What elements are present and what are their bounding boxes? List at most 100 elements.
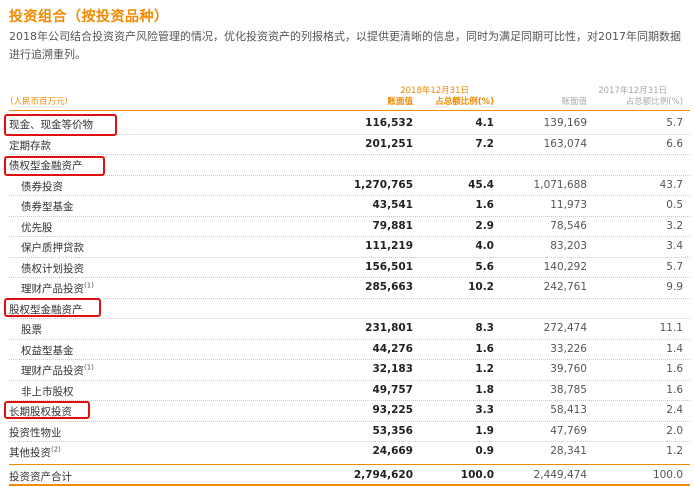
pct-2017: 1.2 — [666, 445, 683, 457]
value-2018: 1,270,765 — [353, 178, 413, 191]
table-row: 其他投资(2) 24,669 0.9 28,341 1.2 — [0, 442, 695, 463]
pct-2017: 1.4 — [666, 342, 683, 355]
value-2017: 38,785 — [550, 383, 587, 396]
row-label-text: 权益型基金 — [21, 344, 74, 357]
value-2018: 79,881 — [372, 219, 413, 232]
value-2017: 1,071,688 — [533, 178, 587, 191]
table-row: 债权计划投资 156,501 5.6 140,292 5.7 — [0, 258, 695, 278]
table-row: 债券型基金 43,541 1.6 11,973 0.5 — [0, 196, 695, 217]
table-row: 非上市股权 49,757 1.8 38,785 1.6 — [0, 381, 695, 401]
bottom-rule — [9, 484, 690, 486]
pct-2017: 2.0 — [666, 424, 683, 437]
row-label: 理财产品投资(1) — [21, 281, 94, 296]
footnote-marker: (1) — [84, 363, 94, 372]
value-2018: 53,356 — [372, 424, 413, 437]
value-2017: 11,973 — [550, 199, 587, 211]
pct-2017: 9.9 — [666, 281, 683, 293]
table-row: 优先股 79,881 2.9 78,546 3.2 — [0, 217, 695, 237]
value-2017: 39,760 — [550, 363, 587, 375]
table-row: 定期存款 201,251 7.2 163,074 6.6 — [0, 135, 695, 155]
pct-2018: 8.3 — [475, 322, 494, 334]
page-title: 投资组合（按投资品种） — [9, 9, 169, 25]
value-2018: 24,669 — [372, 445, 413, 457]
value-2018: 111,219 — [365, 240, 413, 252]
value-2017: 33,226 — [550, 342, 587, 355]
highlight-cash-row — [4, 114, 117, 136]
row-label-text: 投资性物业 — [9, 426, 62, 439]
pct-2018: 1.2 — [475, 363, 494, 375]
row-label-text: 债券型基金 — [21, 201, 74, 213]
row-label: 理财产品投资(1) — [21, 363, 94, 378]
value-2018: 43,541 — [372, 199, 413, 211]
value-2018: 285,663 — [365, 281, 413, 293]
pct-2018: 10.2 — [468, 281, 494, 293]
row-label-text: 优先股 — [21, 221, 53, 234]
pct-2017: 3.2 — [666, 219, 683, 232]
value-2017: 163,074 — [543, 137, 587, 150]
value-2018: 231,801 — [365, 322, 413, 334]
value-2018: 156,501 — [365, 260, 413, 273]
row-label: 保户质押贷款 — [21, 240, 84, 255]
header-2018-period: 2018年12月31日 — [400, 86, 469, 96]
row-label-text: 债权计划投资 — [21, 262, 84, 275]
pct-2018: 4.1 — [475, 117, 494, 129]
row-label: 债券型基金 — [21, 199, 74, 214]
value-2017: 140,292 — [543, 260, 587, 273]
value-2018: 116,532 — [365, 117, 413, 129]
footnote-marker: (1) — [84, 281, 94, 290]
row-label-text: 股票 — [21, 324, 42, 336]
pct-2017: 3.4 — [666, 240, 683, 252]
pct-2018: 0.9 — [475, 445, 494, 457]
table-row: 股权型金融资产 — [0, 299, 695, 319]
pct-2017: 11.1 — [659, 322, 683, 334]
pct-2017: 2.4 — [666, 404, 683, 416]
pct-2018: 2.9 — [475, 219, 494, 232]
highlight-equity-assets — [4, 298, 101, 317]
highlight-debt-assets — [4, 156, 105, 176]
table-row: 保户质押贷款 111,219 4.0 83,203 3.4 — [0, 237, 695, 258]
row-label-text: 投资资产合计 — [9, 470, 72, 483]
table-row: 股票 231,801 8.3 272,474 11.1 — [0, 319, 695, 340]
value-2017: 83,203 — [550, 240, 587, 252]
header-2017-carrying: 账面值 — [561, 97, 587, 107]
header-2018-carrying: 账面值 — [387, 97, 413, 107]
footnote-marker: (2) — [51, 445, 61, 454]
row-label: 投资资产合计 — [9, 469, 72, 484]
header-unit: （人民币百万元） — [5, 97, 74, 107]
value-2017: 78,546 — [550, 219, 587, 232]
header-2017-pct: 占总额比例(%) — [625, 97, 683, 107]
pct-2018: 5.6 — [475, 260, 494, 273]
table-row: 债券投资 1,270,765 45.4 1,071,688 43.7 — [0, 176, 695, 196]
total-rule — [9, 463, 690, 465]
row-label-text: 非上市股权 — [21, 385, 74, 398]
value-2017: 272,474 — [543, 322, 587, 334]
value-2018: 2,794,620 — [353, 468, 413, 481]
pct-2017: 1.6 — [666, 383, 683, 396]
row-label-text: 理财产品投资 — [21, 283, 84, 295]
value-2017: 2,449,474 — [533, 468, 587, 481]
row-label-text: 理财产品投资 — [21, 365, 84, 377]
value-2018: 201,251 — [365, 137, 413, 150]
highlight-long-term-equity — [4, 401, 90, 419]
pct-2017: 5.7 — [666, 117, 683, 129]
table-row: 投资资产合计 2,794,620 100.0 2,449,474 100.0 — [0, 466, 695, 487]
pct-2017: 0.5 — [666, 199, 683, 211]
pct-2018: 1.6 — [475, 199, 494, 211]
value-2017: 58,413 — [550, 404, 587, 416]
value-2018: 32,183 — [372, 363, 413, 375]
pct-2017: 43.7 — [659, 178, 683, 191]
row-label: 定期存款 — [9, 138, 51, 153]
pct-2018: 45.4 — [468, 178, 494, 191]
value-2018: 93,225 — [372, 404, 413, 416]
table-row: 权益型基金 44,276 1.6 33,226 1.4 — [0, 340, 695, 360]
header-rule — [9, 110, 690, 111]
table-row: 理财产品投资(1) 285,663 10.2 242,761 9.9 — [0, 278, 695, 299]
value-2017: 242,761 — [543, 281, 587, 293]
table-row: 长期股权投资 93,225 3.3 58,413 2.4 — [0, 401, 695, 422]
table-row: 投资性物业 53,356 1.9 47,769 2.0 — [0, 422, 695, 442]
value-2017: 47,769 — [550, 424, 587, 437]
pct-2017: 100.0 — [652, 468, 683, 481]
row-label-text: 保户质押贷款 — [21, 242, 84, 254]
value-2017: 139,169 — [543, 117, 587, 129]
value-2018: 44,276 — [372, 342, 413, 355]
